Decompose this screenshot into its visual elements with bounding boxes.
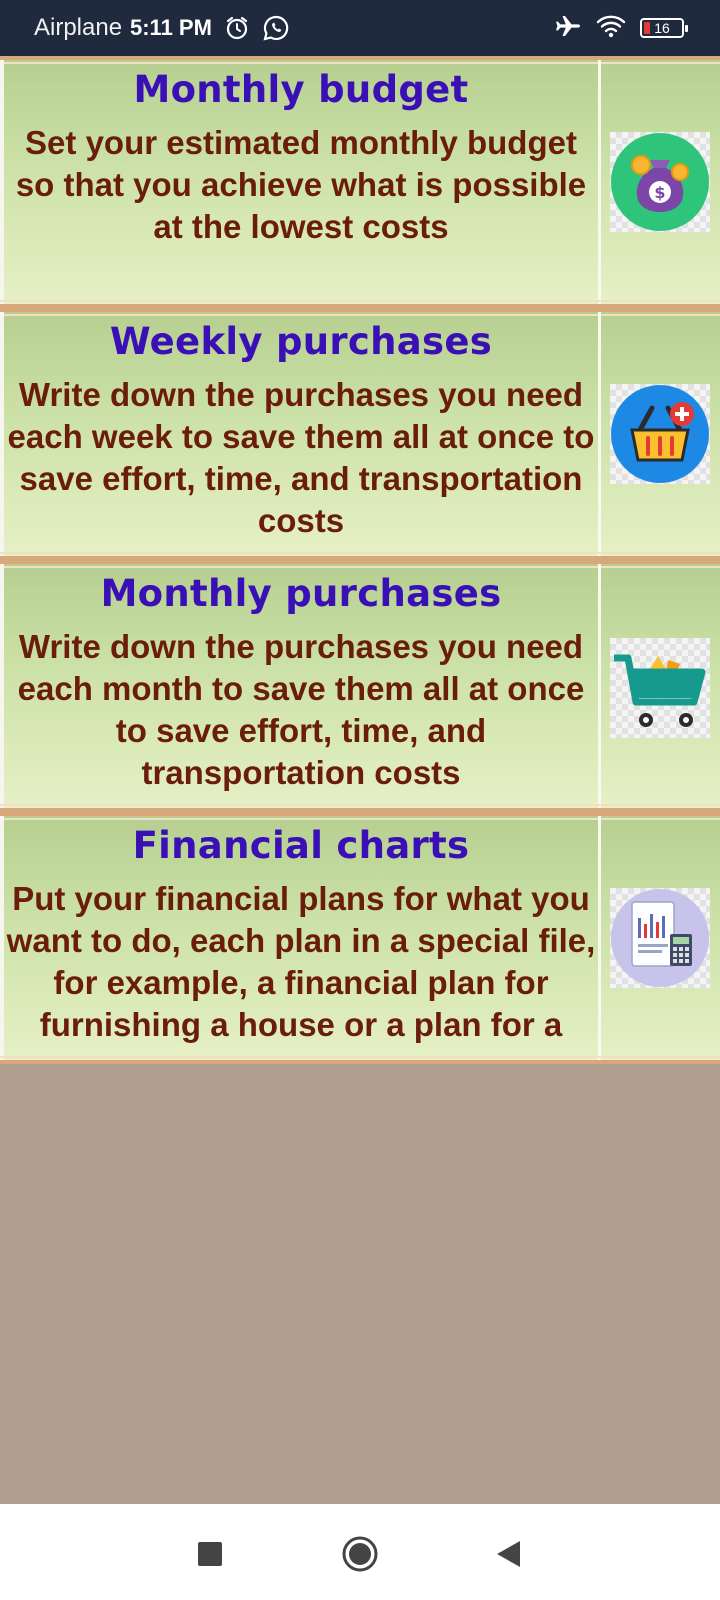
card-weekly-purchases[interactable]: Weekly purchases Write down the purchase…: [0, 308, 720, 560]
battery-indicator: 16: [640, 18, 688, 38]
wifi-icon: [596, 13, 626, 43]
shopping-cart-icon[interactable]: [610, 638, 710, 738]
card-description: Set your estimated monthly budget so tha…: [15, 124, 587, 245]
alarm-icon: [224, 15, 250, 41]
column-divider: [598, 60, 601, 304]
navigation-bar: [0, 1504, 720, 1600]
card-description: Write down the purchases you need each w…: [7, 376, 595, 539]
carrier-label: Airplane: [34, 14, 123, 41]
recents-icon[interactable]: [190, 1534, 230, 1574]
home-icon[interactable]: [340, 1534, 380, 1574]
column-divider: [598, 564, 601, 808]
card-monthly-budget[interactable]: Monthly budget Set your estimated monthl…: [0, 56, 720, 308]
financial-chart-icon[interactable]: [610, 888, 710, 988]
card-description: Write down the purchases you need each m…: [17, 628, 585, 791]
airplane-icon: [554, 12, 582, 44]
battery-level: 16: [654, 20, 670, 36]
basket-icon[interactable]: [610, 384, 710, 484]
whatsapp-icon: [262, 14, 290, 42]
column-divider: [598, 816, 601, 1060]
column-divider: [598, 312, 601, 556]
card-description: Put your financial plans for what you wa…: [6, 880, 596, 1043]
card-financial-charts[interactable]: Financial charts Put your financial plan…: [0, 812, 720, 1064]
money-bag-icon[interactable]: $: [610, 132, 710, 232]
features-list[interactable]: Monthly budget Set your estimated monthl…: [0, 56, 720, 1064]
card-title: Financial charts: [132, 824, 470, 867]
card-title: Weekly purchases: [109, 320, 493, 363]
clock: 5:11 PM: [130, 15, 212, 40]
card-monthly-purchases[interactable]: Monthly purchases Write down the purchas…: [0, 560, 720, 812]
status-bar: Airplane 5:11 PM 16: [0, 0, 720, 56]
svg-text:$: $: [654, 183, 665, 202]
back-icon[interactable]: [488, 1534, 528, 1574]
card-title: Monthly budget: [133, 68, 469, 111]
card-title: Monthly purchases: [100, 572, 502, 615]
